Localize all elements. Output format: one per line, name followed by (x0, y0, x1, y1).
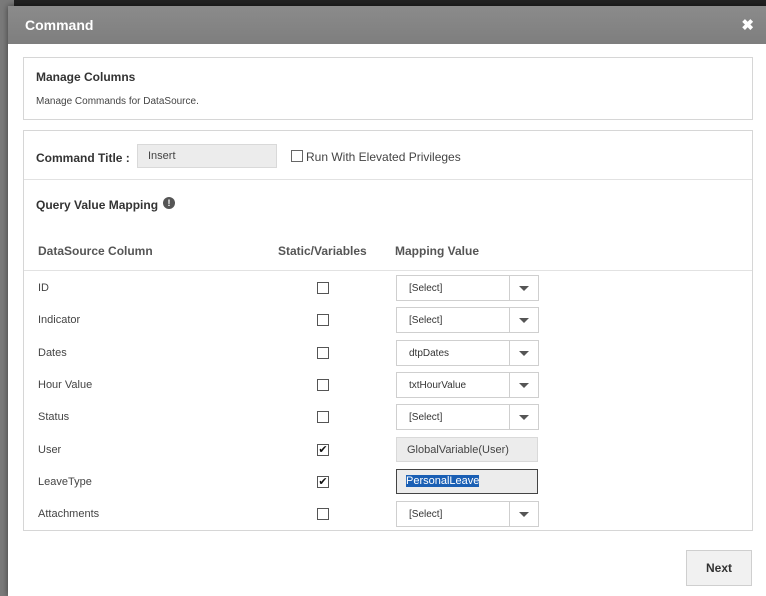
datasource-column-name: Status (38, 411, 70, 423)
datasource-column-name: User (38, 444, 62, 456)
mapping-value-selected: [Select] (409, 412, 443, 423)
chevron-down-icon (519, 512, 529, 517)
mapping-value-selected: [Select] (409, 509, 443, 520)
mapping-value-select[interactable]: [Select] (396, 307, 539, 333)
datasource-column-name: Hour Value (38, 379, 93, 391)
dropdown-button[interactable] (509, 502, 538, 526)
mapping-value-selected: txtHourValue (409, 380, 467, 391)
mapping-value-input[interactable]: GlobalVariable(User) (396, 437, 538, 462)
command-title-input[interactable]: Insert (137, 144, 277, 168)
static-checkbox-checked[interactable]: ✔ (317, 476, 329, 488)
dropdown-button[interactable] (509, 341, 538, 365)
static-checkbox[interactable] (317, 347, 329, 359)
mapping-value-select[interactable]: [Select] (396, 275, 539, 301)
header-datasource-column: DataSource Column (38, 244, 153, 258)
dropdown-button[interactable] (509, 405, 538, 429)
chevron-down-icon (519, 383, 529, 388)
mapping-value-select[interactable]: [Select] (396, 501, 539, 527)
mapping-value-text: GlobalVariable(User) (407, 444, 509, 456)
command-panel: Command Title : Insert Run With Elevated… (23, 130, 753, 531)
table-row: LeaveType ✔ PersonalLeave (24, 465, 752, 497)
dialog-title: Command (25, 17, 94, 33)
table-row: Indicator [Select] (24, 303, 752, 335)
next-button[interactable]: Next (686, 550, 752, 586)
static-checkbox[interactable] (317, 411, 329, 423)
mapping-value-text: PersonalLeave (406, 475, 480, 487)
mapping-value-selected: [Select] (409, 315, 443, 326)
table-row: User ✔ GlobalVariable(User) (24, 433, 752, 465)
elevated-privileges-option[interactable]: Run With Elevated Privileges (291, 150, 461, 164)
table-row: Hour Value txtHourValue (24, 368, 752, 400)
manage-columns-panel: Manage Columns Manage Commands for DataS… (23, 57, 753, 120)
info-icon[interactable]: ! (163, 197, 175, 209)
header-static-variables: Static/Variables (278, 244, 367, 258)
datasource-column-name: Attachments (38, 508, 100, 520)
dropdown-button[interactable] (509, 276, 538, 300)
table-row: Attachments [Select] (24, 497, 752, 529)
static-checkbox[interactable] (317, 314, 329, 326)
manage-columns-title: Manage Columns (36, 70, 136, 84)
divider (24, 179, 752, 180)
static-checkbox[interactable] (317, 508, 329, 520)
mapping-value-selected: [Select] (409, 283, 443, 294)
static-checkbox-checked[interactable]: ✔ (317, 444, 329, 456)
mapping-value-select[interactable]: txtHourValue (396, 372, 539, 398)
close-icon[interactable]: ✖ (741, 16, 754, 34)
datasource-column-name: ID (38, 282, 49, 294)
datasource-column-name: LeaveType (38, 476, 92, 488)
header-mapping-value: Mapping Value (395, 244, 480, 258)
query-value-mapping-label: Query Value Mapping (36, 198, 159, 212)
command-dialog: Command ✖ Manage Columns Manage Commands… (8, 6, 766, 596)
manage-columns-description: Manage Commands for DataSource. (36, 96, 199, 107)
table-row: Status [Select] (24, 400, 752, 432)
command-title-label: Command Title : (36, 151, 130, 165)
mapping-value-select[interactable]: [Select] (396, 404, 539, 430)
mapping-value-input[interactable]: PersonalLeave (396, 469, 538, 494)
mapping-value-select[interactable]: dtpDates (396, 340, 539, 366)
elevated-privileges-label: Run With Elevated Privileges (306, 150, 461, 164)
datasource-column-name: Indicator (38, 314, 81, 326)
mapping-value-selected: dtpDates (409, 348, 450, 359)
chevron-down-icon (519, 415, 529, 420)
static-checkbox[interactable] (317, 282, 329, 294)
dropdown-button[interactable] (509, 308, 538, 332)
dialog-header: Command ✖ (8, 6, 766, 44)
static-checkbox[interactable] (317, 379, 329, 391)
elevated-privileges-checkbox[interactable] (291, 150, 303, 162)
dropdown-button[interactable] (509, 373, 538, 397)
datasource-column-name: Dates (38, 347, 67, 359)
table-row: Dates dtpDates (24, 336, 752, 368)
chevron-down-icon (519, 318, 529, 323)
chevron-down-icon (519, 351, 529, 356)
table-row: ID [Select] (24, 271, 752, 303)
chevron-down-icon (519, 286, 529, 291)
